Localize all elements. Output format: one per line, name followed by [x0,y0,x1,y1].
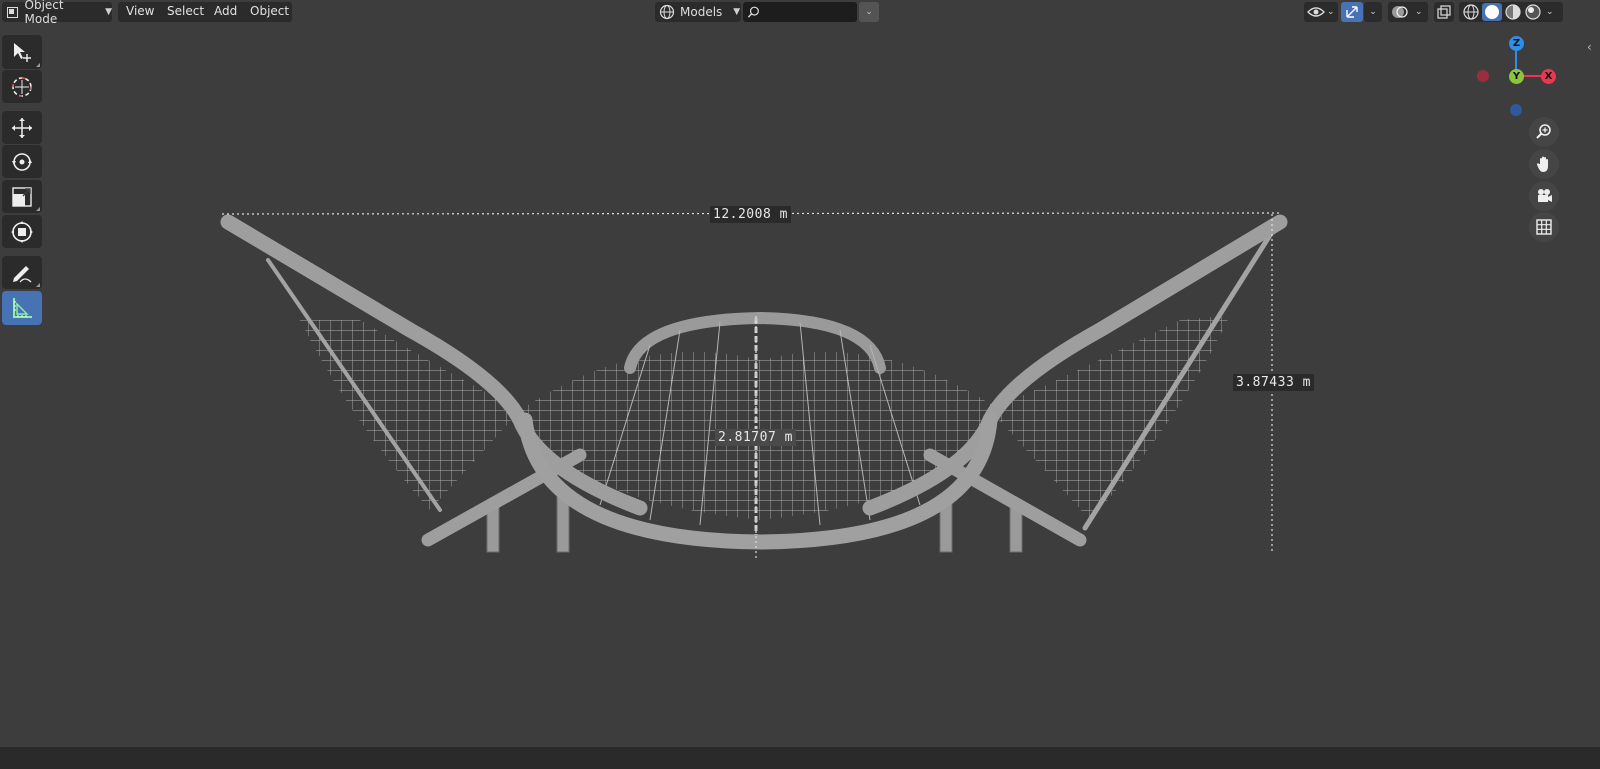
viewport-model[interactable] [0,0,1600,769]
height-measurement-label: 3.87433 m [1233,374,1314,391]
status-bar [0,747,1600,769]
depth-measurement-label: 2.81707 m [715,429,796,446]
width-measurement-label: 12.2008 m [710,206,791,223]
